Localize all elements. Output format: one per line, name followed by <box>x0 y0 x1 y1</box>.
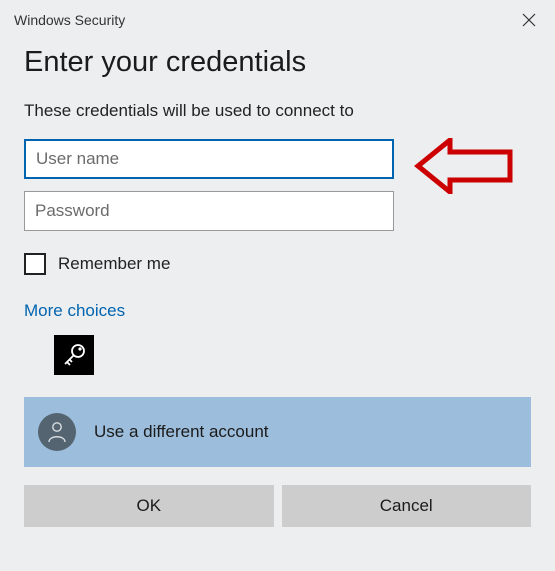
close-icon <box>522 13 536 27</box>
credential-key-tile[interactable] <box>54 335 94 375</box>
username-input[interactable] <box>24 139 394 179</box>
more-choices-link[interactable]: More choices <box>24 301 125 321</box>
use-different-account-label: Use a different account <box>94 422 269 442</box>
checkbox-box-icon <box>24 253 46 275</box>
key-icon <box>61 342 87 368</box>
remember-me-checkbox[interactable]: Remember me <box>24 253 531 275</box>
close-button[interactable] <box>517 8 541 32</box>
dialog-subtitle: These credentials will be used to connec… <box>0 89 555 139</box>
use-different-account-option[interactable]: Use a different account <box>24 397 531 467</box>
dialog-heading: Enter your credentials <box>0 36 555 89</box>
avatar-circle <box>38 413 76 451</box>
remember-me-label: Remember me <box>58 254 170 274</box>
cancel-button[interactable]: Cancel <box>282 485 532 527</box>
window-title: Windows Security <box>14 12 125 28</box>
ok-button[interactable]: OK <box>24 485 274 527</box>
person-icon <box>47 421 67 443</box>
password-input[interactable] <box>24 191 394 231</box>
